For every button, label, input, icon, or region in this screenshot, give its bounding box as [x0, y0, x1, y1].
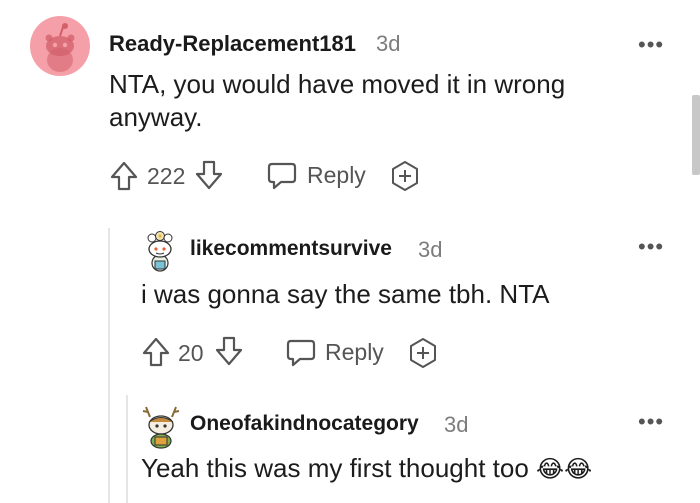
comment-bubble-icon — [286, 339, 316, 367]
downvote-icon[interactable] — [214, 335, 244, 367]
comment-body: Yeah this was my first thought too 😂😂 — [141, 452, 681, 486]
username[interactable]: likecommentsurvive — [190, 237, 392, 261]
comment-body: i was gonna say the same tbh. NTA — [141, 279, 550, 309]
timestamp[interactable]: 3d — [376, 31, 400, 57]
comment-2: likecommentsurvive 3d ••• i was gonna sa… — [0, 220, 700, 380]
avatar[interactable] — [30, 16, 90, 76]
comment-3: Oneofakindnocategory 3d ••• Yeah this wa… — [0, 395, 700, 503]
more-options-icon[interactable]: ••• — [638, 409, 664, 435]
comment-text: Yeah this was my first thought too — [141, 453, 529, 483]
comment-body: NTA, you would have moved it in wrong an… — [109, 69, 566, 132]
upvote-icon[interactable] — [109, 160, 139, 192]
upvote-icon[interactable] — [141, 336, 171, 368]
avatar[interactable] — [140, 403, 182, 449]
timestamp[interactable]: 3d — [444, 412, 468, 438]
reply-label: Reply — [325, 339, 384, 365]
award-icon[interactable] — [406, 336, 440, 370]
reply-button[interactable]: Reply — [266, 159, 366, 193]
reply-button[interactable]: Reply — [285, 336, 385, 370]
laughing-emoji-icon: 😂😂 — [536, 455, 593, 483]
comment-1: Ready-Replacement181 3d ••• NTA, you wou… — [0, 0, 700, 200]
timestamp[interactable]: 3d — [418, 237, 442, 263]
vote-count: 20 — [178, 340, 204, 366]
more-options-icon[interactable]: ••• — [638, 32, 664, 58]
more-options-icon[interactable]: ••• — [638, 234, 664, 260]
username[interactable]: Oneofakindnocategory — [190, 412, 419, 436]
comment-bubble-icon — [267, 162, 297, 190]
reply-label: Reply — [307, 162, 366, 188]
snoo-icon — [45, 23, 75, 72]
username[interactable]: Ready-Replacement181 — [109, 31, 356, 57]
snoo-flower-hat-icon — [147, 231, 173, 272]
avatar[interactable] — [141, 228, 179, 272]
downvote-icon[interactable] — [194, 159, 224, 191]
vote-count: 222 — [147, 163, 186, 189]
award-icon[interactable] — [388, 159, 422, 193]
snoo-antlers-icon — [142, 406, 180, 449]
